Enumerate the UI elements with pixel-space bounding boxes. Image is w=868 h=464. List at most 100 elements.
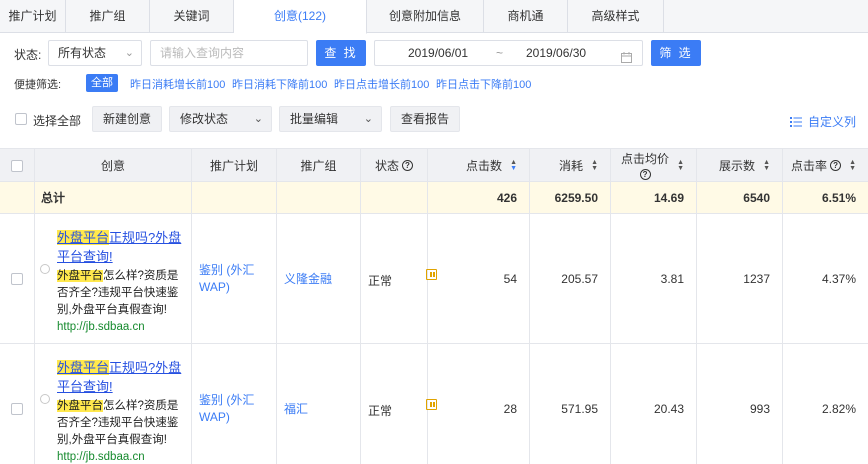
help-icon[interactable]: ?: [402, 160, 413, 171]
date-end: 2019/06/30: [526, 46, 587, 60]
new-creative-button[interactable]: 新建创意: [92, 106, 162, 132]
total-row: 总计 426 6259.50 14.69 6540 6.51%: [0, 182, 868, 214]
view-report-button[interactable]: 查看报告: [390, 106, 460, 132]
clicks-cell: 54: [428, 214, 530, 343]
row-checkbox[interactable]: [11, 402, 23, 415]
group-link[interactable]: 义隆金融: [284, 270, 332, 287]
header-status-label: 状态: [374, 159, 399, 173]
total-cost: 6259.50: [530, 182, 611, 213]
search-input-box[interactable]: [150, 40, 308, 66]
total-group-cell: [277, 182, 361, 213]
status-text: 正常: [368, 404, 393, 418]
table-row: 外盘平台正规吗?外盘平台查询! 外盘平台怎么样?资质是否齐全?违规平台快速鉴别,…: [0, 344, 868, 464]
plan-link[interactable]: 鉴别 (外汇WAP): [199, 262, 270, 296]
tab-creatives[interactable]: 创意(122): [234, 0, 367, 34]
status-label: 状态:: [14, 48, 42, 62]
status-text: 正常: [368, 274, 393, 288]
impressions-cell: 993: [697, 344, 783, 464]
tab-advanced-styles[interactable]: 高级样式: [568, 0, 664, 33]
batch-edit-label: 批量编辑: [290, 112, 339, 126]
sort-icon[interactable]: ▲ ▼: [591, 159, 598, 172]
list-icon: [789, 116, 802, 127]
total-label: 总计: [35, 182, 192, 213]
status-cell: 正常: [361, 214, 437, 343]
impressions-cell: 1237: [697, 214, 783, 343]
header-ctr-label: 点击率: [791, 159, 828, 173]
row-checkbox-cell: [0, 214, 35, 343]
group-link[interactable]: 福汇: [284, 400, 308, 417]
ctr-cell: 2.82%: [821, 401, 856, 416]
table-row: 外盘平台正规吗?外盘平台查询! 外盘平台怎么样?资质是否齐全?违规平台快速鉴别,…: [0, 214, 868, 344]
sort-icon[interactable]: ▲ ▼: [849, 159, 856, 172]
creative-title[interactable]: 外盘平台正规吗?外盘平台查询!: [57, 228, 182, 266]
custom-columns-link[interactable]: 自定义列: [789, 113, 856, 130]
custom-columns-label: 自定义列: [807, 115, 856, 129]
creative-url: http://jb.sdbaa.cn: [57, 321, 145, 333]
header-cpc-label: 点击均价: [621, 151, 670, 166]
status-select-value: 所有状态: [58, 46, 107, 60]
header-checkbox[interactable]: [11, 159, 23, 172]
tab-bar: 推广计划 推广组 关键词 创意(122) 创意附加信息 商机通 高级样式: [0, 0, 868, 34]
quick-filter-click-down[interactable]: 昨日点击下降前100: [436, 76, 531, 92]
sort-icon[interactable]: ▲ ▼: [677, 159, 684, 172]
chevron-down-icon: ⌄: [253, 113, 263, 125]
header-impressions[interactable]: 展示数 ▲ ▼: [697, 149, 783, 182]
plan-link[interactable]: 鉴别 (外汇WAP): [199, 392, 270, 426]
clicks-cell: 28: [428, 344, 530, 464]
header-clicks[interactable]: 点击数 ▲ ▼: [428, 149, 530, 182]
quick-filter-cost-up[interactable]: 昨日消耗增长前100: [130, 76, 225, 92]
cost-cell: 571.95: [530, 344, 611, 464]
header-plan: 推广计划: [192, 149, 277, 182]
date-separator: ~: [496, 46, 504, 60]
plan-cell: 鉴别 (外汇WAP): [192, 214, 277, 343]
header-cpc[interactable]: 点击均价 ? ▲ ▼: [611, 149, 697, 182]
action-bar: 选择全部 新建创意 修改状态 ⌄ 批量编辑 ⌄ 查看报告 自定义列: [0, 106, 868, 132]
cpc-cell: 3.81: [611, 214, 697, 343]
table-header: 创意 推广计划 推广组 状态 ? 点击数 ▲ ▼ 消耗 ▲ ▼ 点击均价 ? ▲ ▼ …: [0, 148, 868, 182]
total-impressions: 6540: [697, 182, 783, 213]
quick-filter-click-up[interactable]: 昨日点击增长前100: [334, 76, 429, 92]
tab-ad-group[interactable]: 推广组: [66, 0, 150, 33]
creative-radio[interactable]: [40, 264, 50, 274]
status-select[interactable]: 所有状态 ⌄: [48, 40, 142, 66]
help-icon[interactable]: ?: [830, 160, 842, 171]
tab-business-opportunity[interactable]: 商机通: [484, 0, 568, 33]
chevron-down-icon: ⌄: [124, 47, 134, 59]
filter-bar: 状态: 所有状态 ⌄ 查 找 2019/06/01 ~ 2019/06/30 筛…: [0, 40, 868, 66]
creative-preview: 外盘平台正规吗?外盘平台查询! 外盘平台怎么样?资质是否齐全?违规平台快速鉴别,…: [57, 358, 182, 464]
select-all-checkbox[interactable]: [15, 113, 27, 125]
sort-icon[interactable]: ▲ ▼: [510, 159, 517, 172]
tab-creative-extensions[interactable]: 创意附加信息: [367, 0, 484, 33]
creative-radio[interactable]: [40, 394, 50, 404]
header-group: 推广组: [277, 149, 361, 182]
header-checkbox-cell: [0, 149, 35, 182]
tab-keywords[interactable]: 关键词: [150, 0, 234, 33]
select-all-label: 选择全部: [33, 114, 82, 128]
calendar-icon[interactable]: [621, 47, 632, 71]
header-impressions-label: 展示数: [719, 159, 756, 173]
help-icon[interactable]: ?: [639, 168, 651, 180]
creative-desc-keyword: 外盘平台: [57, 400, 103, 412]
modify-status-dropdown[interactable]: 修改状态 ⌄: [169, 106, 272, 132]
filter-button[interactable]: 筛 选: [651, 40, 701, 66]
sort-icon[interactable]: ▲ ▼: [763, 159, 770, 172]
tab-campaign[interactable]: 推广计划: [0, 0, 66, 33]
search-button[interactable]: 查 找: [316, 40, 366, 66]
creative-url: http://jb.sdbaa.cn: [57, 451, 145, 463]
total-status-cell: [361, 182, 428, 213]
total-empty-cell: [0, 182, 35, 213]
row-checkbox[interactable]: [11, 272, 23, 285]
chevron-down-icon: ⌄: [363, 113, 373, 125]
date-range-picker[interactable]: 2019/06/01 ~ 2019/06/30: [374, 40, 643, 66]
search-input[interactable]: [160, 42, 307, 64]
quick-filter-cost-down[interactable]: 昨日消耗下降前100: [232, 76, 327, 92]
quick-filter-all[interactable]: 全部: [86, 74, 118, 92]
modify-status-label: 修改状态: [180, 112, 229, 126]
creative-title[interactable]: 外盘平台正规吗?外盘平台查询!: [57, 358, 182, 396]
header-cost-label: 消耗: [559, 159, 584, 173]
batch-edit-dropdown[interactable]: 批量编辑 ⌄: [279, 106, 382, 132]
header-ctr[interactable]: 点击率 ? ▲ ▼: [783, 149, 868, 182]
date-start: 2019/06/01: [408, 46, 469, 60]
header-cost[interactable]: 消耗 ▲ ▼: [530, 149, 611, 182]
total-clicks: 426: [428, 182, 530, 213]
